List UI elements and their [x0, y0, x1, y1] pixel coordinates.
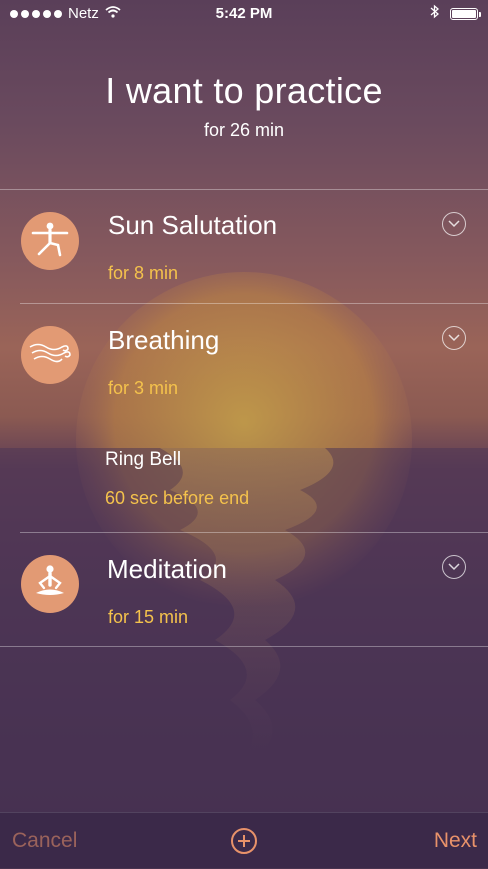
chevron-down-icon[interactable]: [442, 555, 466, 579]
plus-circle-icon[interactable]: [231, 828, 257, 854]
total-duration: for 26 min: [203, 120, 285, 140]
item-duration: for 15 min: [108, 607, 189, 627]
divider: [0, 646, 488, 647]
battery-icon: [450, 7, 481, 20]
next-button[interactable]: Next: [434, 829, 477, 853]
item-icon-circle: [21, 212, 79, 270]
item-title: Meditation: [107, 554, 227, 584]
bell-timing: 60 sec before end: [105, 488, 250, 508]
page-title: I want to practice: [105, 70, 383, 111]
list-item-sun-salutation[interactable]: Sun Salutation for 8 min: [0, 190, 488, 303]
item-title: Sun Salutation: [108, 210, 278, 240]
meditation-icon: [30, 564, 70, 605]
item-title: Breathing: [108, 325, 220, 355]
status-right: [430, 4, 481, 23]
item-duration: for 8 min: [108, 263, 179, 283]
status-bar: Netz 5:42 PM: [0, 0, 488, 28]
list-item-breathing[interactable]: Breathing for 3 min: [0, 304, 488, 417]
bottom-toolbar: Cancel Next: [0, 812, 488, 869]
chevron-down-icon[interactable]: [442, 212, 466, 236]
yoga-pose-icon: [30, 221, 70, 262]
item-icon-circle: [21, 555, 79, 613]
list-item-meditation[interactable]: Meditation for 15 min: [0, 533, 488, 646]
wind-icon: [28, 340, 72, 371]
item-duration: for 3 min: [108, 378, 179, 398]
cancel-button[interactable]: Cancel: [12, 829, 77, 853]
bell-title: Ring Bell: [105, 449, 182, 470]
ring-bell-setting[interactable]: Ring Bell 60 sec before end: [0, 440, 488, 530]
bluetooth-icon: [430, 4, 440, 23]
item-icon-circle: [21, 326, 79, 384]
chevron-down-icon[interactable]: [442, 326, 466, 350]
clock: 5:42 PM: [215, 5, 273, 22]
